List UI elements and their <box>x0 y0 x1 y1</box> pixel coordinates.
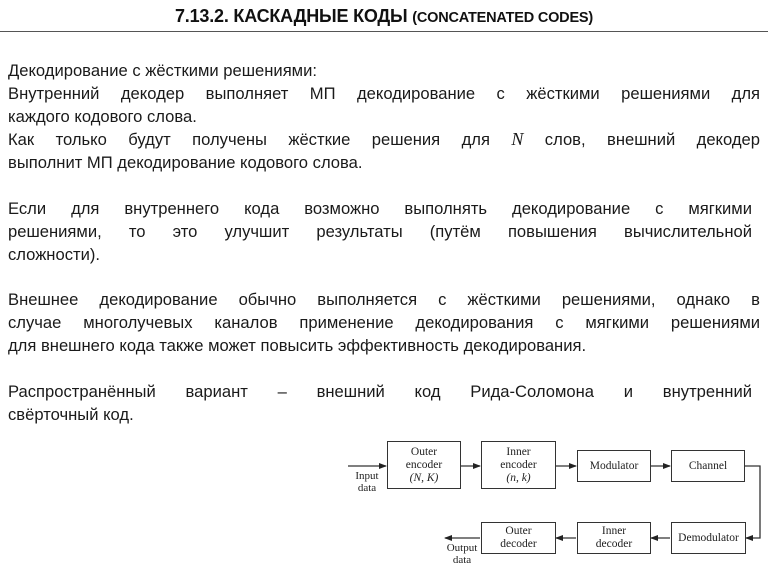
paragraph-line: выполнит МП декодирование кодового слова… <box>8 153 363 172</box>
block-label: Demodulator <box>678 531 739 544</box>
outer-decoder-block: Outer decoder <box>481 522 556 554</box>
slide-title: 7.13.2. КАСКАДНЫЕ КОДЫ (CONCATENATED COD… <box>0 5 768 29</box>
label-line: Output <box>446 542 478 554</box>
paragraph-outer-decoding: Внешнее декодирование обычно выполняется… <box>8 288 760 357</box>
block-label: decoder <box>595 538 633 550</box>
title-divider <box>0 31 768 32</box>
demodulator-block: Demodulator <box>671 522 746 554</box>
paragraph-line: Если для внутреннего кода возможно выпол… <box>8 199 752 218</box>
label-line: data <box>452 554 472 566</box>
block-label: encoder <box>405 458 443 471</box>
paragraph-line: Декодирование с жёсткими решениями: <box>8 61 317 80</box>
input-data-label: Input data <box>350 470 384 494</box>
paragraph-common-variant: Распространённый вариант – внешний код Р… <box>8 380 752 426</box>
paragraph-line: Распространённый вариант – внешний код Р… <box>8 382 752 401</box>
paragraph-line: случае многолучевых каналов применение д… <box>8 313 760 332</box>
text-fragment: слов, внешний декодер <box>523 130 761 149</box>
inner-decoder-block: Inner decoder <box>577 522 651 554</box>
channel-block: Channel <box>671 450 745 482</box>
block-label: Outer <box>410 445 438 458</box>
block-label: Inner <box>506 445 531 458</box>
block-label: Modulator <box>589 459 639 472</box>
paragraph-hard-decision: Декодирование с жёсткими решениями: Внут… <box>8 59 760 174</box>
label-line: data <box>357 482 377 494</box>
label-line: Input <box>355 470 379 482</box>
text-fragment: Как только будут получены жёсткие решени… <box>8 130 512 149</box>
modulator-block: Modulator <box>577 450 651 482</box>
paragraph-line: Внутренний декодер выполняет МП декодиро… <box>8 84 760 103</box>
inner-encoder-block: Inner encoder (n, k) <box>481 441 556 489</box>
math-variable-n: N <box>511 129 524 149</box>
paragraph-line: сложности). <box>8 245 101 264</box>
arrow-channel-to-demodulator <box>745 465 761 541</box>
block-params: (n, k) <box>506 471 531 484</box>
paragraph-line: свёрточный код. <box>8 405 134 424</box>
paragraph-line: для внешнего кода также может повысить э… <box>8 336 587 355</box>
paragraph-line: Как только будут получены жёсткие решени… <box>8 128 760 151</box>
paragraph-line: решениями, то это улучшит результаты (пу… <box>8 222 752 241</box>
block-label: Inner <box>601 525 627 537</box>
block-label: encoder <box>500 458 537 471</box>
paragraph-line: каждого кодового слова. <box>8 107 197 126</box>
output-data-label: Output data <box>443 542 481 566</box>
block-params: (N, K) <box>409 471 439 484</box>
block-label: decoder <box>500 538 537 550</box>
paragraph-soft-decision-inner: Если для внутреннего кода возможно выпол… <box>8 197 752 266</box>
title-main: 7.13.2. КАСКАДНЫЕ КОДЫ <box>174 6 408 26</box>
title-subtitle: (CONCATENATED CODES) <box>412 10 594 26</box>
block-label: Channel <box>688 459 728 472</box>
block-label: Outer <box>505 525 532 537</box>
paragraph-line: Внешнее декодирование обычно выполняется… <box>8 290 760 309</box>
outer-encoder-block: Outer encoder (N, K) <box>387 441 461 489</box>
